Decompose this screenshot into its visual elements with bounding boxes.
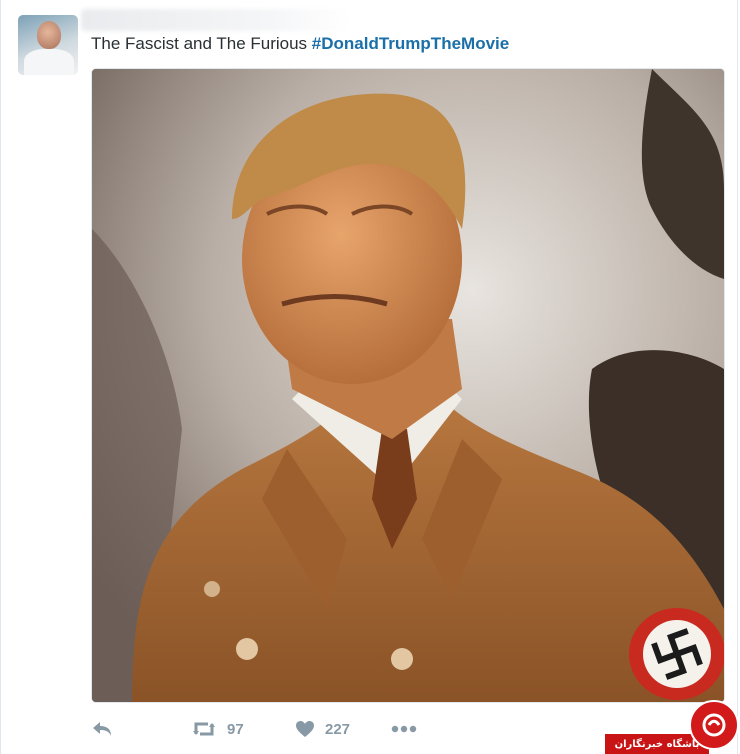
- avatar-head: [37, 21, 61, 49]
- retweet-button[interactable]: 97: [191, 714, 244, 744]
- heart-icon: [295, 720, 315, 738]
- news-watermark: باشگاه خبرنگاران: [605, 700, 740, 754]
- tweet-actions: 97 227: [91, 714, 691, 744]
- watermark-logo-icon: [689, 700, 739, 750]
- blurred-username: [81, 9, 351, 31]
- reply-button[interactable]: [91, 714, 113, 744]
- reply-icon: [91, 720, 113, 738]
- more-button[interactable]: [391, 714, 417, 744]
- like-button[interactable]: 227: [295, 714, 350, 744]
- hashtag-link[interactable]: #DonaldTrumpTheMovie: [312, 34, 509, 53]
- more-icon: [391, 725, 417, 733]
- painting-illustration: [92, 69, 724, 702]
- user-avatar[interactable]: [18, 15, 78, 75]
- tweet-card: The Fascist and The Furious #DonaldTrump…: [0, 0, 740, 754]
- tweet-text: The Fascist and The Furious #DonaldTrump…: [91, 33, 509, 55]
- like-count: 227: [325, 720, 351, 738]
- retweet-icon: [191, 720, 217, 738]
- tweet-image[interactable]: [91, 68, 725, 703]
- avatar-shirt: [24, 49, 74, 75]
- tweet-text-body: The Fascist and The Furious: [91, 34, 312, 53]
- retweet-count: 97: [227, 720, 244, 738]
